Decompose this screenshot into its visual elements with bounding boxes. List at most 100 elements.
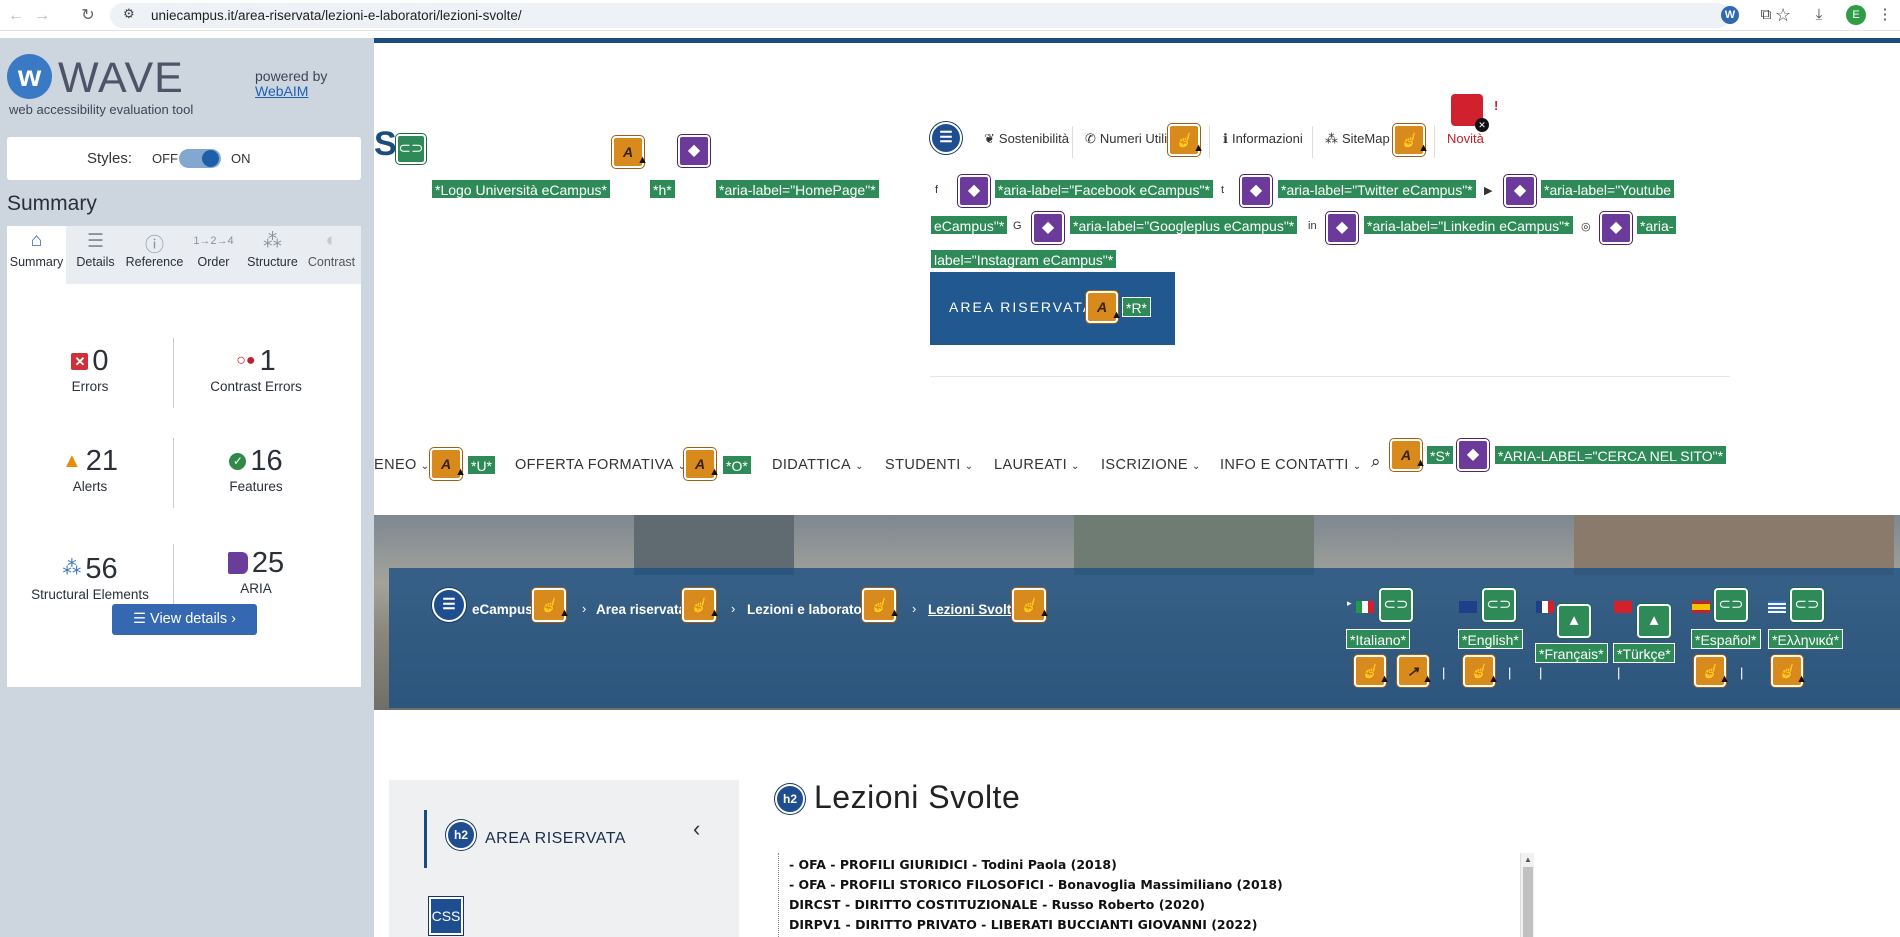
styles-toggle[interactable] [179,149,221,168]
styles-on-label: ON [231,151,251,166]
area-riservata-button[interactable]: AREA RISERVATA A *R* [930,272,1175,345]
lessons-list[interactable]: - OFA - PROFILI GIURIDICI - Todini Paola… [778,853,1544,937]
scrollbar-thumb[interactable] [1523,867,1533,937]
chevron-down-icon: ⌄ [420,461,430,472]
tab-order[interactable]: 1→2→4 Order [184,226,243,284]
list-item[interactable]: - OFA - PROFILI GIURIDICI - Todini Paola… [789,857,1117,872]
lang-espanol: *Español* [1691,629,1761,649]
breadcrumb-lezioni-laboratori[interactable]: Lezioni e laboratori [747,602,871,617]
menu-kebab-icon[interactable]: ⋮ [1874,4,1896,26]
tab-structure[interactable]: ⁂ Structure [243,226,302,284]
menu-offerta-formativa[interactable]: OFFERTA FORMATIVA ⌄ [515,457,687,473]
flag-spain-icon[interactable] [1692,601,1710,613]
menu-info-contatti[interactable]: INFO E CONTATTI ⌄ [1220,457,1362,473]
breadcrumb-current[interactable]: Lezioni Svolte [928,602,1019,617]
youtube-aria-label-cont: eCampus"* [930,215,1009,235]
instagram-icon[interactable]: ◎ [1581,220,1591,233]
tab-contrast[interactable]: ◐ Contrast [302,226,361,284]
menu-laureati[interactable]: LAUREATI ⌄ [994,457,1080,473]
wave-extension-icon[interactable]: W [1721,6,1739,24]
flag-uk-icon[interactable] [1459,601,1477,613]
alert-redirect-icon: ↗ [1397,655,1433,693]
scroll-up-icon[interactable]: ▲ [1524,855,1532,864]
list-item[interactable]: - OFA - PROFILI STORICO FILOSOFICI - Bon… [789,877,1283,892]
page-title: Lezioni Svolte [814,779,1021,815]
downloads-icon[interactable]: ⤓ [1808,4,1830,26]
chevron-down-icon: ⌄ [1071,461,1080,472]
aria-tag-icon: ◆ [678,135,710,167]
stat-features[interactable]: ✓ 16 Features [173,444,339,494]
styles-toggle-box: Styles: OFF ON [7,137,361,180]
facebook-aria-label: *aria-label="Facebook eCampus"* [994,179,1214,199]
site-logo[interactable]: S [374,125,397,164]
webaim-link[interactable]: WebAIM [255,83,308,99]
aria-tag-icon: ◆ [958,175,990,207]
image-link-icon: ⊂⊃ [1379,588,1413,622]
bookmark-star-icon[interactable]: ☆ [1775,5,1791,26]
search-icon[interactable]: ⌕ [1371,452,1381,472]
util-numeri-utili[interactable]: ✆ Numeri Utili [1085,131,1167,147]
alert-link-icon: ☝ [1393,124,1429,162]
util-novita[interactable]: Novità [1447,131,1484,146]
linkedin-icon[interactable]: in [1308,220,1317,232]
list-item[interactable]: DIRCST - DIRITTO COSTITUZIONALE - Russo … [789,897,1205,912]
util-divider [1072,126,1073,158]
flag-turkey-icon[interactable] [1614,601,1632,613]
flag-greece-icon[interactable] [1768,601,1786,613]
image-link-icon: ⊂⊃ [1482,588,1516,622]
aria-tag-icon: ◆ [1600,212,1632,244]
h-label: *h* [649,179,676,199]
tab-details[interactable]: ☰ Details [66,226,125,284]
breadcrumb-ecampus[interactable]: eCampus [472,602,533,617]
aria-icon [227,552,248,574]
alert-link-icon: ☝ [862,588,900,628]
summary-stats: ✕ 0 Errors ○● 1 Contrast Errors ▲ 21 Alerts… [7,284,361,687]
list-item[interactable]: DIRPV1 - DIRITTO PRIVATO - LIBERATI BUCC… [789,917,1257,932]
profile-avatar[interactable]: E [1846,5,1866,25]
reload-icon[interactable]: ↻ [76,4,100,28]
menu-didattica[interactable]: DIDATTICA ⌄ [772,457,864,473]
tab-reference[interactable]: ⓘ Reference [125,226,184,284]
stat-aria[interactable]: 25 ARIA [173,546,339,596]
util-sitemap[interactable]: ⁂ SiteMap [1325,131,1390,147]
site-info-icon[interactable]: ⚙ [123,6,135,22]
header-divider [930,376,1730,377]
youtube-icon[interactable]: ▶ [1484,184,1492,197]
alert-link-icon: ☝ [1354,655,1390,693]
flag-italy-icon[interactable] [1356,601,1374,613]
flag-france-icon[interactable] [1536,601,1554,613]
twitter-icon[interactable]: t [1221,184,1224,196]
wave-tabs: ⌂ Summary ☰ Details ⓘ Reference 1→2→4 Or… [7,226,361,284]
back-icon[interactable]: ← [4,4,28,28]
caret-right-icon: ▸ [1347,598,1352,608]
facebook-icon[interactable]: f [935,184,938,196]
menu-studenti[interactable]: STUDENTI ⌄ [885,457,973,473]
stat-contrast-errors[interactable]: ○● 1 Contrast Errors [173,344,339,394]
list-icon: ☰ [133,611,151,627]
lang-separator: | [1442,665,1446,680]
structure-icon: ⁂ [263,231,282,252]
alert-a-icon: A [430,448,466,486]
breadcrumb-area-riservata[interactable]: Area riservata [596,602,686,617]
extensions-puzzle-icon[interactable]: ⧉ [1755,4,1777,26]
menu-iscrizione[interactable]: ISCRIZIONE ⌄ [1101,457,1201,473]
forward-icon[interactable]: → [30,4,54,28]
alert-link-icon: ☝ [1771,655,1807,693]
googleplus-icon[interactable]: G [1013,220,1022,232]
util-sostenibilita[interactable]: ❦ Sostenibilità [984,131,1069,147]
stat-errors[interactable]: ✕ 0 Errors [7,344,173,394]
browser-toolbar: ← → ↻ ⚙ uniecampus.it/area-riservata/lez… [0,0,1900,31]
lessons-scrollbar[interactable]: ▲ [1520,853,1534,937]
wave-tagline: web accessibility evaluation tool [9,102,194,117]
stat-structural[interactable]: ⁂ 56 Structural Elements [7,552,173,602]
view-details-button[interactable]: ☰ View details › [112,604,257,635]
tab-summary[interactable]: ⌂ Summary [7,226,66,284]
info-icon: ⓘ [144,235,164,256]
address-bar[interactable]: ⚙ uniecampus.it/area-riservata/lezioni-e… [110,3,1791,28]
hero-window [1574,515,1894,575]
menu-ateneo[interactable]: ENEO ⌄ [374,457,429,473]
url-text[interactable]: uniecampus.it/area-riservata/lezioni-e-l… [151,8,522,23]
util-informazioni[interactable]: ℹ Informazioni [1223,131,1303,147]
stat-alerts[interactable]: ▲ 21 Alerts [7,444,173,494]
chevron-left-icon[interactable]: ‹ [693,816,700,842]
